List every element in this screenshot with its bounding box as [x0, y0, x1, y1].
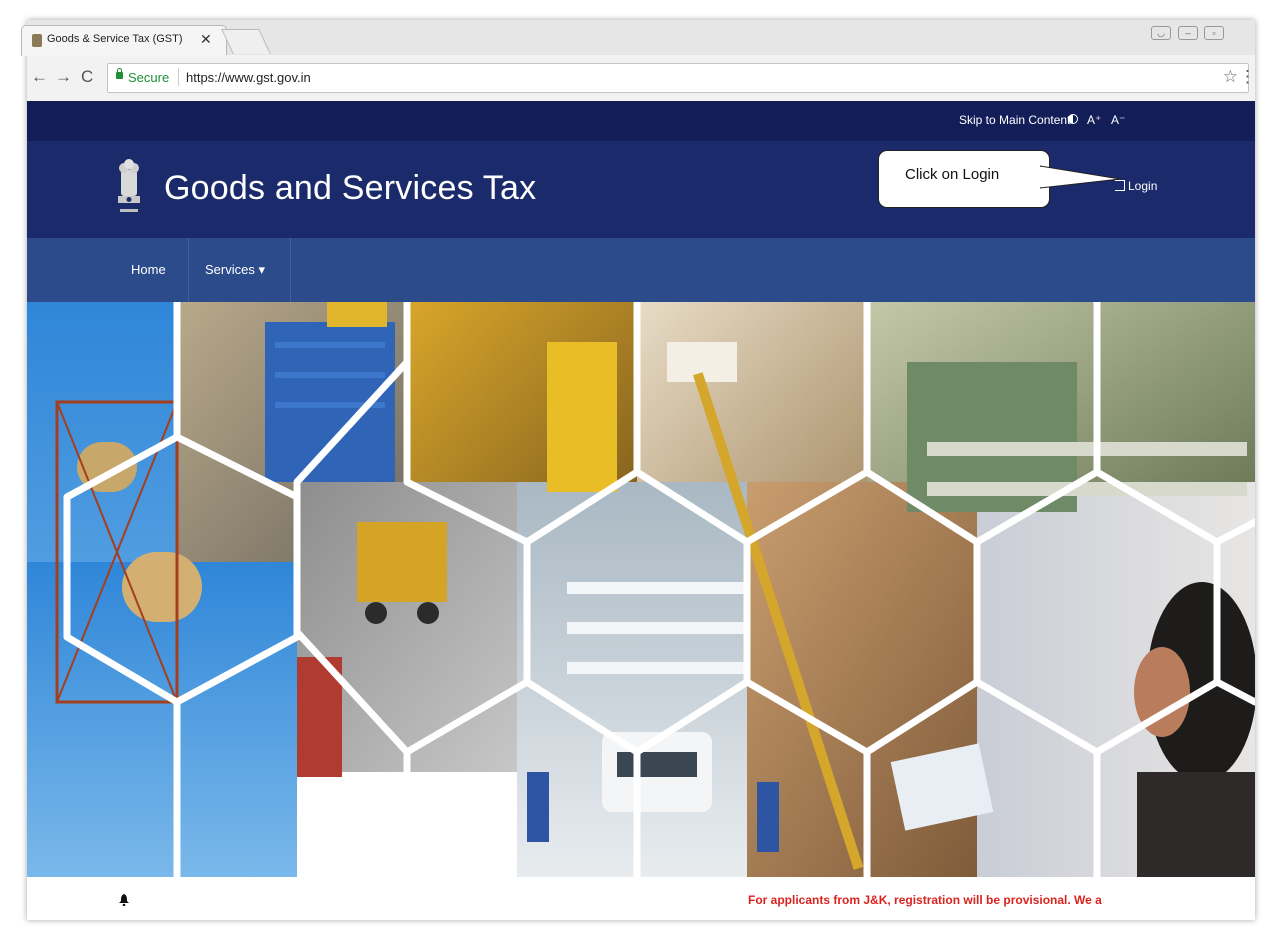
- nav-divider: [188, 238, 189, 302]
- new-tab-button[interactable]: [221, 29, 271, 54]
- tab-strip: Goods & Service Tax (GST) ✕ ◡ – ▫: [21, 20, 1255, 56]
- minimize-icon[interactable]: –: [1178, 26, 1198, 40]
- browser-menu-icon[interactable]: ⋮: [1239, 67, 1256, 87]
- nav-divider: [290, 238, 291, 302]
- profile-icon[interactable]: ◡: [1151, 26, 1171, 40]
- bell-icon[interactable]: [119, 894, 129, 906]
- contrast-toggle-icon[interactable]: [1068, 114, 1078, 124]
- secure-label: Secure: [128, 70, 170, 85]
- maximize-icon[interactable]: ▫: [1204, 26, 1224, 40]
- nav-services-dropdown[interactable]: Services ▾: [205, 238, 265, 302]
- callout-annotation: Click on Login: [878, 150, 1050, 208]
- national-emblem-icon: [118, 159, 140, 212]
- hero-banner: [27, 302, 1255, 877]
- tab-title: Goods & Service Tax (GST): [47, 33, 183, 45]
- site-title: Goods and Services Tax: [164, 169, 537, 207]
- font-decrease-button[interactable]: A⁻: [1111, 113, 1125, 127]
- reload-icon[interactable]: C: [81, 67, 93, 87]
- browser-tab[interactable]: Goods & Service Tax (GST) ✕: [21, 25, 227, 56]
- address-row: ← → C Secure https://www.gst.gov.in ☆ ⋮: [27, 55, 1256, 102]
- favicon-icon: [32, 34, 42, 47]
- hero-collage-image: [27, 302, 1255, 877]
- browser-window: Goods & Service Tax (GST) ✕ ◡ – ▫ ← → C …: [21, 20, 1256, 920]
- ticker-message[interactable]: For applicants from J&K, registration wi…: [748, 893, 1128, 907]
- news-ticker: For applicants from J&K, registration wi…: [27, 877, 1255, 920]
- url-separator: [178, 68, 179, 86]
- bookmark-star-icon[interactable]: ☆: [1223, 67, 1238, 87]
- callout-pointer: [1040, 165, 1121, 189]
- gst-portal-page: Skip to Main Content A⁺ A⁻ Goods and Ser…: [27, 101, 1255, 920]
- skip-to-main-link[interactable]: Skip to Main Content: [959, 113, 1070, 127]
- forward-icon[interactable]: →: [55, 67, 72, 87]
- url-text[interactable]: https://www.gst.gov.in: [186, 70, 311, 85]
- close-tab-icon[interactable]: ✕: [200, 31, 212, 48]
- back-icon[interactable]: ←: [31, 67, 48, 87]
- nav-home[interactable]: Home: [131, 238, 166, 302]
- callout-text: Click on Login: [905, 166, 1000, 183]
- lock-icon: [116, 68, 123, 79]
- utility-bar: Skip to Main Content A⁺ A⁻: [27, 101, 1255, 141]
- main-navigation: Home Services ▾: [27, 238, 1255, 302]
- address-bar[interactable]: Secure https://www.gst.gov.in ☆: [107, 63, 1249, 93]
- font-increase-button[interactable]: A⁺: [1087, 113, 1101, 127]
